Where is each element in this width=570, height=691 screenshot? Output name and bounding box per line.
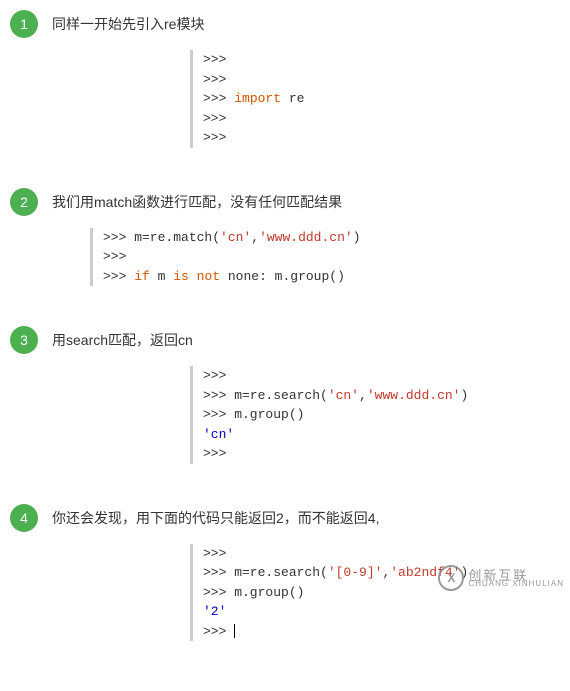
step-number-badge: 1 xyxy=(10,10,38,38)
step-title: 我们用match函数进行匹配，没有任何匹配结果 xyxy=(52,192,342,212)
step-header: 3 用search匹配，返回cn xyxy=(10,326,560,354)
step-title: 同样一开始先引入re模块 xyxy=(52,14,204,34)
code-block: >>> >>> >>> import re >>> >>> xyxy=(190,50,560,148)
step-number-badge: 3 xyxy=(10,326,38,354)
step-number-badge: 2 xyxy=(10,188,38,216)
step-title: 用search匹配，返回cn xyxy=(52,330,193,350)
step-header: 1 同样一开始先引入re模块 xyxy=(10,10,560,38)
watermark-logo-icon: X xyxy=(438,565,464,591)
step: 3 用search匹配，返回cn >>> >>> m=re.search('cn',… xyxy=(10,326,560,464)
step-header: 2 我们用match函数进行匹配，没有任何匹配结果 xyxy=(10,188,560,216)
step: 1 同样一开始先引入re模块 >>> >>> >>> import re >>> >… xyxy=(10,10,560,148)
code-block: >>> m=re.match('cn','www.ddd.cn') >>> >>… xyxy=(90,228,560,287)
step: 2 我们用match函数进行匹配，没有任何匹配结果 >>> m=re.match('… xyxy=(10,188,560,287)
watermark: X 创新互联 CHUANG XINHULIAN xyxy=(438,565,564,591)
step-header: 4 你还会发现，用下面的代码只能返回2，而不能返回4, xyxy=(10,504,560,532)
step-number-badge: 4 xyxy=(10,504,38,532)
code-block: >>> >>> m=re.search('cn','www.ddd.cn') >… xyxy=(190,366,560,464)
step-title: 你还会发现，用下面的代码只能返回2，而不能返回4, xyxy=(52,508,379,528)
watermark-en: CHUANG XINHULIAN xyxy=(468,580,564,588)
code-block: >>> >>> m=re.search('[0-9]','ab2ndf4') >… xyxy=(190,544,560,642)
